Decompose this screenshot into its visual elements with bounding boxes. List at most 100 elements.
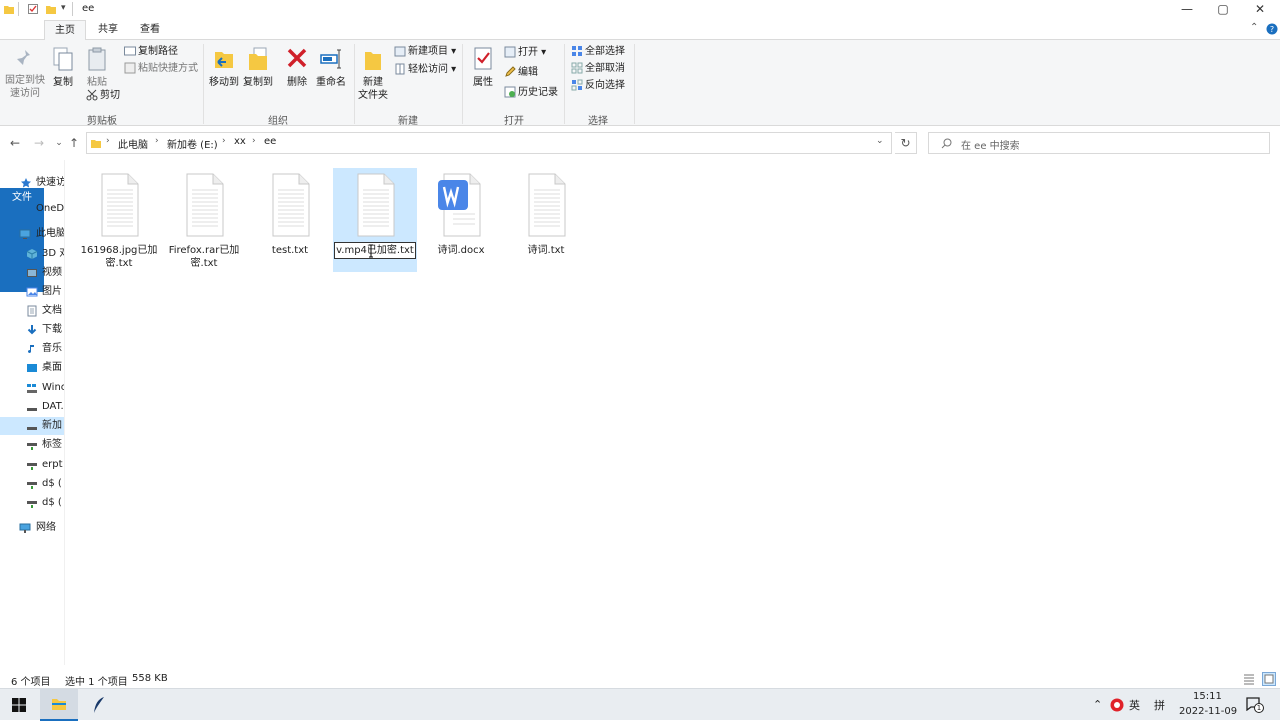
properties-button[interactable]: 属性	[468, 46, 498, 89]
ime-language-indicator[interactable]: 英	[1129, 697, 1140, 713]
document-icon	[26, 305, 38, 317]
taskbar-feather-app[interactable]	[80, 689, 118, 721]
sidebar-item-documents[interactable]: 文档	[0, 302, 64, 320]
notification-center-button[interactable]: 1	[1244, 695, 1264, 715]
easy-access-button[interactable]: 轻松访问 ▾	[394, 62, 456, 78]
help-icon[interactable]: ?	[1266, 23, 1278, 35]
sidebar-item-3d-objects[interactable]: 3D 对	[0, 245, 64, 263]
window-title: ee	[82, 3, 94, 14]
large-icons-view-icon[interactable]	[1262, 672, 1276, 686]
sidebar-item-data-drive[interactable]: DAT.	[0, 398, 64, 416]
paste-button[interactable]: 粘贴	[82, 46, 112, 89]
forward-arrow-icon[interactable]: →	[30, 134, 48, 152]
rename-icon	[319, 46, 343, 72]
chevron-right-icon[interactable]: ›	[252, 136, 256, 146]
move-to-button[interactable]: 移动到	[208, 46, 240, 89]
drive-icon	[26, 401, 38, 413]
file-item[interactable]: 诗词.txt	[504, 168, 588, 272]
new-item-button[interactable]: 新建项目 ▾	[394, 44, 456, 60]
sidebar-item-pictures[interactable]: 图片	[0, 283, 64, 301]
breadcrumb-ee[interactable]: ee	[264, 136, 276, 147]
new-item-icon	[394, 45, 406, 57]
edit-pencil-icon	[504, 66, 516, 78]
sidebar-item-network-drive[interactable]: erpt	[0, 456, 64, 474]
sidebar-item-videos[interactable]: 视频	[0, 264, 64, 282]
chevron-right-icon[interactable]: ›	[155, 136, 159, 146]
sidebar-item-network-drive[interactable]: 标签	[0, 436, 64, 454]
collapse-ribbon-icon[interactable]: ⌃	[1250, 22, 1258, 33]
clock-date[interactable]: 2022-11-09	[1179, 706, 1237, 717]
search-input[interactable]: 在 ee 中搜索	[928, 132, 1270, 154]
file-item[interactable]: 诗词.docx	[419, 168, 503, 272]
file-item-selected[interactable]: v.mp4已加密.txt	[333, 168, 417, 272]
copy-button[interactable]: 复制	[48, 46, 78, 89]
ime-mode-indicator[interactable]: 拼	[1154, 697, 1165, 713]
new-folder-button[interactable]: 新建 文件夹	[356, 46, 390, 102]
taskbar: ⌃ 英 拼 15:11 2022-11-09 1	[0, 688, 1280, 720]
security-app-tray-icon[interactable]	[1110, 698, 1124, 712]
rename-button[interactable]: 重命名	[314, 46, 348, 89]
select-all-button[interactable]: 全部选择	[571, 44, 625, 60]
cloud-icon	[19, 203, 31, 215]
pin-quick-access-button[interactable]: 固定到快 速访问	[4, 48, 46, 100]
show-hidden-icons-icon[interactable]: ⌃	[1093, 698, 1102, 711]
up-arrow-icon[interactable]: ↑	[65, 134, 83, 152]
maximize-button[interactable]: ▢	[1204, 0, 1242, 18]
taskbar-file-explorer[interactable]	[40, 689, 78, 721]
file-item[interactable]: Firefox.rar已加 密.txt	[162, 168, 246, 272]
sidebar-item-windows-drive[interactable]: Winc	[0, 379, 64, 397]
delete-button[interactable]: 删除	[282, 46, 312, 89]
start-button[interactable]	[0, 689, 38, 721]
sidebar-item-this-pc[interactable]: 此电脑	[0, 225, 64, 243]
breadcrumb-drive-e[interactable]: 新加卷 (E:)	[167, 136, 218, 151]
windows-logo-icon	[12, 698, 26, 712]
sidebar-item-desktop[interactable]: 桌面	[0, 359, 64, 377]
breadcrumb-this-pc[interactable]: 此电脑	[118, 136, 148, 151]
file-item[interactable]: 161968.jpg已加 密.txt	[77, 168, 161, 272]
new-item-label: 新建项目 ▾	[408, 46, 456, 57]
open-group-label: 打开	[484, 112, 544, 127]
chevron-right-icon[interactable]: ›	[222, 136, 226, 146]
rename-input[interactable]: v.mp4已加密.txt	[334, 242, 416, 259]
sidebar-item-quick-access[interactable]: 快速访	[0, 174, 64, 192]
tab-view[interactable]: 查看	[130, 20, 170, 40]
desktop-icon	[26, 362, 38, 374]
network-icon	[19, 522, 31, 534]
sidebar-item-network[interactable]: 网络	[0, 519, 64, 537]
file-explorer-icon	[51, 697, 67, 711]
sidebar-item-onedrive[interactable]: OneD	[0, 200, 64, 218]
minimize-button[interactable]: —	[1168, 0, 1206, 18]
refresh-button[interactable]: ↻	[895, 132, 917, 154]
new-folder-icon	[361, 46, 385, 72]
address-dropdown-icon[interactable]: ⌄	[876, 136, 884, 146]
sidebar-item-network-drive[interactable]: d$ (	[0, 494, 64, 512]
sidebar-item-downloads[interactable]: 下载	[0, 321, 64, 339]
back-arrow-icon[interactable]: ←	[6, 134, 24, 152]
new-folder-quick-icon[interactable]	[45, 3, 57, 15]
sidebar-item-new-volume[interactable]: 新加	[0, 417, 64, 435]
clipboard-group-label: 剪贴板	[72, 112, 132, 127]
address-bar[interactable]: › 此电脑 › 新加卷 (E:) › xx › ee ⌄	[86, 132, 892, 154]
history-button[interactable]: 历史记录	[504, 85, 558, 101]
open-button[interactable]: 打开 ▾	[504, 45, 546, 61]
copy-to-button[interactable]: 复制到	[242, 46, 274, 89]
tab-home[interactable]: 主页	[44, 20, 86, 41]
breadcrumb-xx[interactable]: xx	[234, 136, 246, 147]
select-none-button[interactable]: 全部取消	[571, 61, 625, 77]
tab-share[interactable]: 共享	[88, 20, 128, 40]
paste-shortcut-button[interactable]: 粘贴快捷方式	[124, 61, 198, 77]
clock-time[interactable]: 15:11	[1193, 691, 1222, 702]
invert-selection-button[interactable]: 反向选择	[571, 78, 625, 94]
sidebar-item-network-drive[interactable]: d$ (	[0, 475, 64, 493]
cut-button[interactable]: 剪切	[86, 88, 120, 104]
file-item[interactable]: test.txt	[248, 168, 332, 272]
close-button[interactable]: ✕	[1241, 0, 1279, 18]
rename-label: 重命名	[314, 76, 348, 89]
copy-path-button[interactable]: 复制路径	[124, 44, 178, 60]
sidebar-item-music[interactable]: 音乐	[0, 340, 64, 358]
properties-quick-icon[interactable]	[27, 3, 39, 15]
quick-access-dropdown-icon[interactable]: ▾	[61, 3, 66, 13]
chevron-right-icon[interactable]: ›	[106, 136, 110, 146]
edit-button[interactable]: 编辑	[504, 65, 538, 81]
details-view-icon[interactable]	[1243, 673, 1255, 685]
